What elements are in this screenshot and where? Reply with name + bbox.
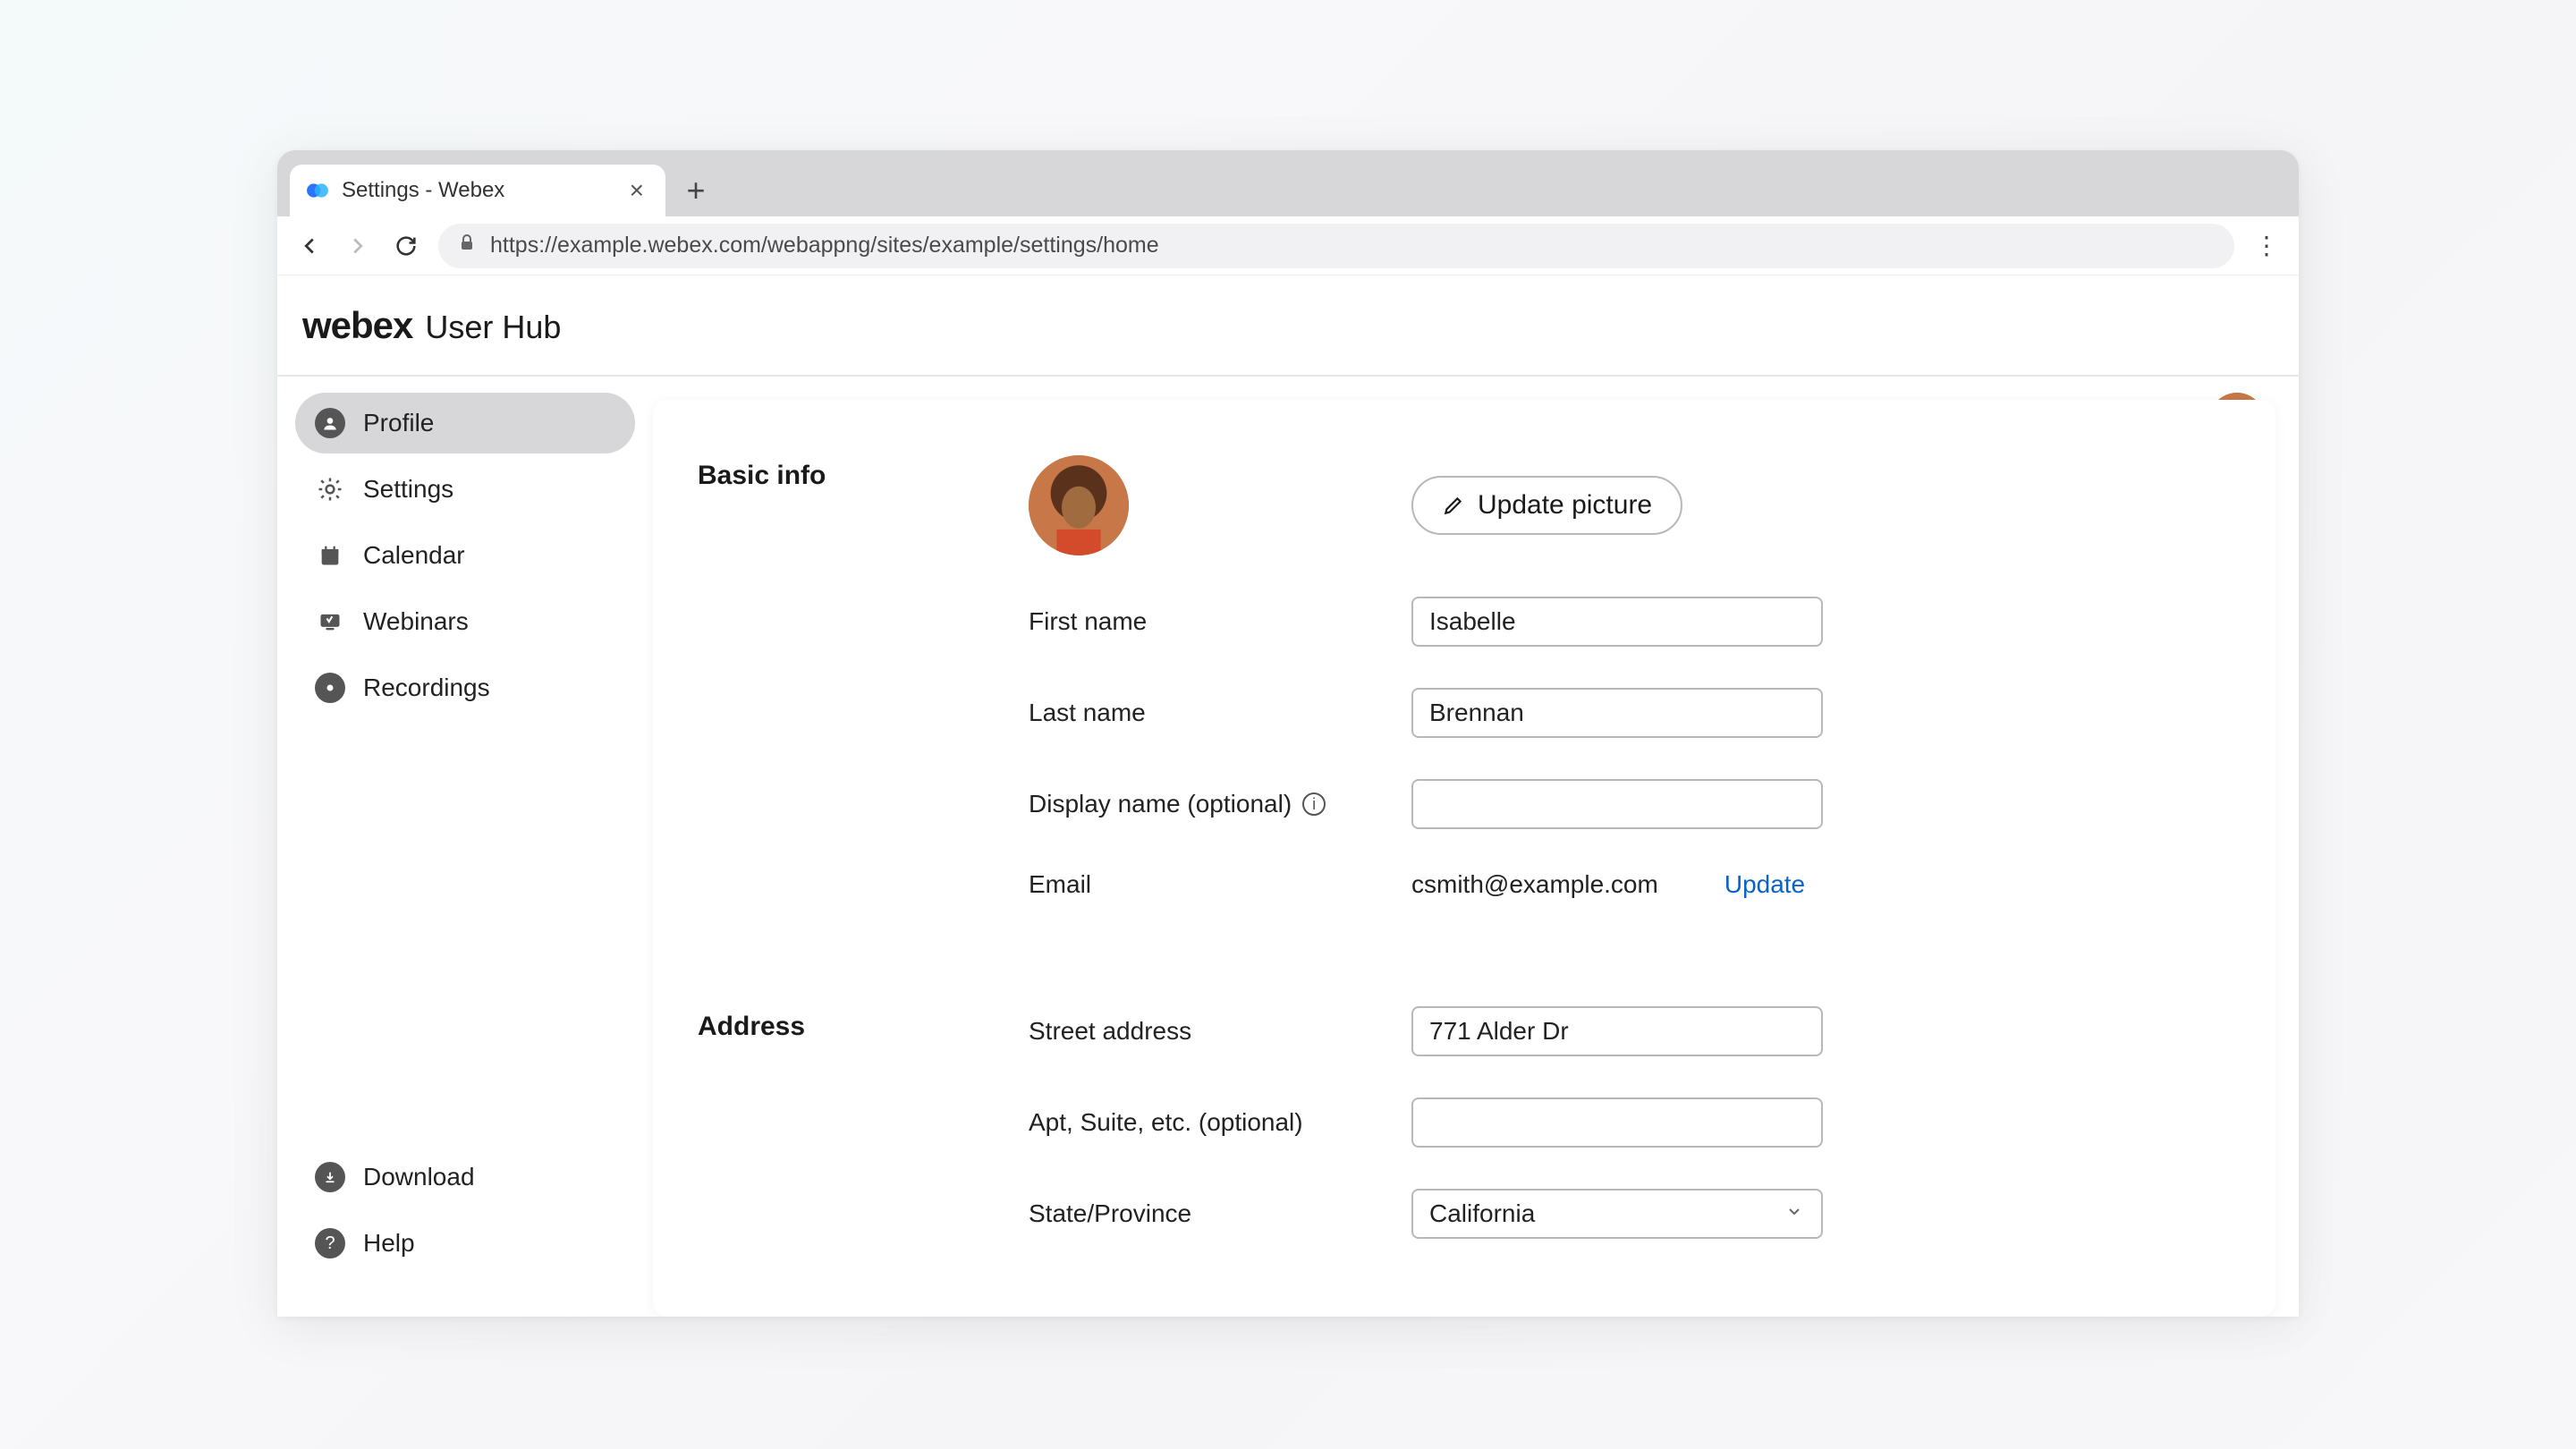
street-row: Street address [1029,1006,2213,1056]
close-tab-icon[interactable]: × [624,176,649,205]
sidebar-item-label: Profile [363,409,434,437]
display-name-row: Display name (optional) i [1029,779,2213,829]
state-value: California [1429,1199,1535,1228]
sidebar-item-webinars[interactable]: Webinars [295,591,635,652]
email-value: csmith@example.com [1411,870,1658,899]
sidebar-item-label: Recordings [363,674,490,702]
last-name-row: Last name [1029,688,2213,738]
display-name-input[interactable] [1411,779,1823,829]
address-bar: https://example.webex.com/webappng/sites… [277,216,2299,275]
chevron-down-icon [1784,1199,1805,1228]
main-panel: Basic info [653,377,2299,1317]
last-name-input[interactable] [1411,688,1823,738]
content-area: English Profile Settings [277,377,2299,1317]
state-row: State/Province California [1029,1189,2213,1239]
apt-label: Apt, Suite, etc. (optional) [1029,1108,1376,1137]
first-name-row: First name [1029,597,2213,647]
state-select[interactable]: California [1411,1189,1823,1239]
section-title: Basic info [698,455,993,899]
calendar-icon [315,540,345,571]
sidebar: Profile Settings Calendar [277,377,653,1317]
profile-card: Basic info [653,400,2275,1317]
display-name-label-text: Display name (optional) [1029,790,1292,818]
sidebar-item-label: Help [363,1229,415,1258]
brand-logo: webex [302,304,412,347]
sidebar-item-download[interactable]: Download [295,1147,635,1208]
url-text: https://example.webex.com/webappng/sites… [490,233,1159,258]
brand-sub: User Hub [425,309,561,346]
last-name-label: Last name [1029,699,1376,727]
webinar-icon [315,606,345,637]
section-address: Address Street address Apt, Suite, etc. … [698,1006,2213,1239]
sidebar-main: Profile Settings Calendar [295,393,635,1147]
sidebar-bottom: Download ? Help [295,1147,635,1301]
update-picture-label: Update picture [1478,490,1652,521]
update-picture-button[interactable]: Update picture [1411,476,1682,535]
tab-strip: Settings - Webex × + [277,150,2299,216]
sidebar-item-recordings[interactable]: Recordings [295,657,635,718]
section-body: Street address Apt, Suite, etc. (optiona… [1029,1006,2213,1239]
sidebar-item-settings[interactable]: Settings [295,459,635,520]
apt-row: Apt, Suite, etc. (optional) [1029,1097,2213,1148]
sidebar-item-label: Webinars [363,607,469,636]
webex-favicon [306,179,329,202]
download-icon [315,1162,345,1192]
email-row: Email csmith@example.com Update [1029,870,2213,899]
sidebar-item-calendar[interactable]: Calendar [295,525,635,586]
email-update-link[interactable]: Update [1724,870,1805,899]
lock-icon [456,232,478,259]
first-name-label: First name [1029,607,1376,636]
record-icon [315,673,345,703]
help-icon: ? [315,1228,345,1258]
section-basic-info: Basic info [698,455,2213,899]
sidebar-item-profile[interactable]: Profile [295,393,635,453]
sidebar-item-help[interactable]: ? Help [295,1213,635,1274]
street-input[interactable] [1411,1006,1823,1056]
profile-avatar [1029,455,1129,555]
sidebar-item-label: Download [363,1163,475,1191]
app-header: webex User Hub [277,275,2299,377]
reload-button[interactable] [390,230,422,262]
back-button[interactable] [293,230,326,262]
state-label: State/Province [1029,1199,1376,1228]
app-brand: webex User Hub [302,304,561,347]
apt-input[interactable] [1411,1097,1823,1148]
sidebar-item-label: Settings [363,475,453,504]
gear-icon [315,474,345,504]
url-field[interactable]: https://example.webex.com/webappng/sites… [438,224,2234,268]
forward-button[interactable] [342,230,374,262]
section-title: Address [698,1006,993,1239]
section-body: Update picture First name Last name [1029,455,2213,899]
email-label: Email [1029,870,1376,899]
info-icon[interactable]: i [1302,792,1326,816]
street-label: Street address [1029,1017,1376,1046]
new-tab-button[interactable]: + [674,169,717,212]
sidebar-item-label: Calendar [363,541,465,570]
browser-window: Settings - Webex × + https://example.web… [277,150,2299,1317]
browser-menu-button[interactable]: ⋮ [2250,230,2283,262]
avatar-row: Update picture [1029,455,2213,555]
browser-tab[interactable]: Settings - Webex × [290,165,665,216]
first-name-input[interactable] [1411,597,1823,647]
avatar-cell [1029,455,1376,555]
display-name-label: Display name (optional) i [1029,790,1376,818]
tab-title: Settings - Webex [342,178,612,203]
profile-icon [315,408,345,438]
pencil-icon [1442,494,1465,517]
